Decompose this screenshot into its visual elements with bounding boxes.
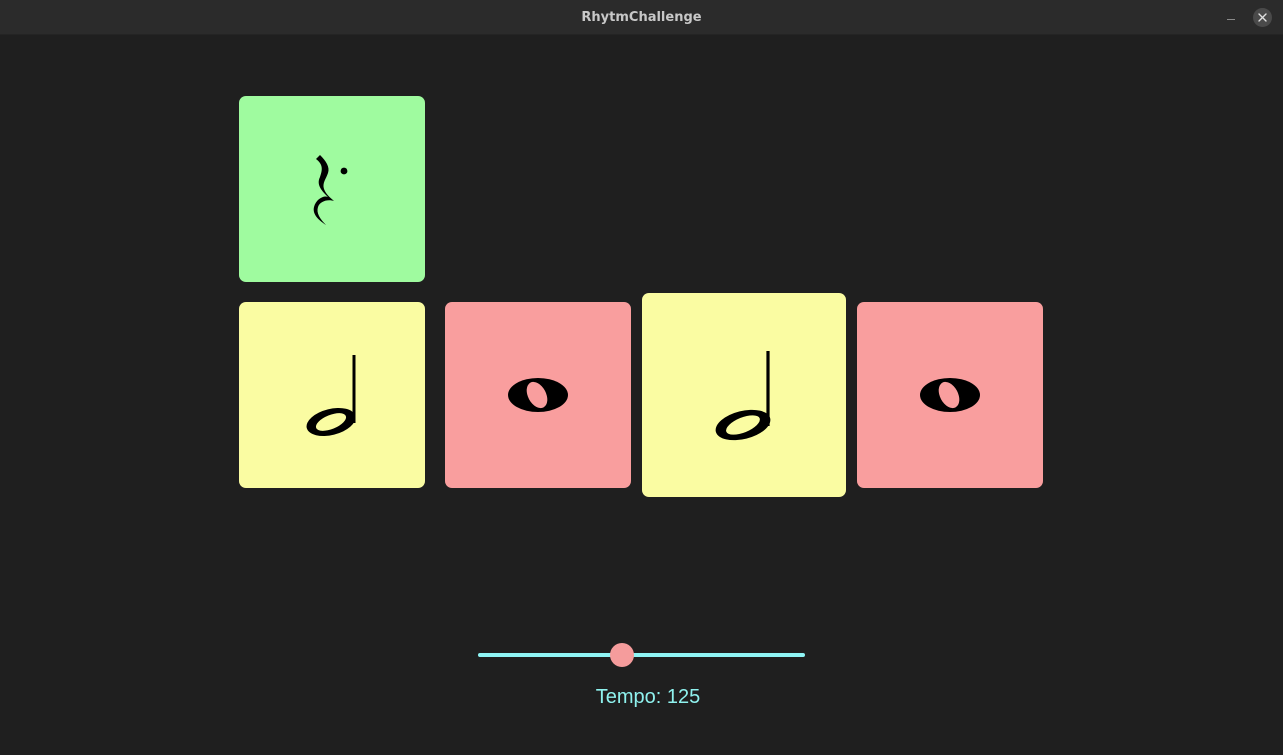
whole-note-icon <box>920 378 980 412</box>
tempo-slider[interactable] <box>478 640 805 670</box>
close-icon <box>1258 13 1267 22</box>
minimize-button[interactable] <box>1222 8 1240 26</box>
slider-track[interactable] <box>478 653 805 657</box>
title-bar: RhytmChallenge <box>0 0 1283 35</box>
app-window: RhytmChallenge Tempo: 125 <box>0 0 1283 755</box>
slider-thumb[interactable] <box>609 643 634 667</box>
whole-note-icon <box>508 378 568 412</box>
rhythm-card-quarter-rest[interactable] <box>239 96 425 282</box>
half-note-icon <box>715 351 771 441</box>
half-note-icon <box>306 355 356 436</box>
rhythm-card-half-note-active[interactable] <box>642 293 846 497</box>
rhythm-card-whole-note[interactable] <box>857 302 1043 488</box>
rhythm-card-half-note[interactable] <box>239 302 425 488</box>
close-button[interactable] <box>1253 8 1272 27</box>
tempo-label: Tempo: 125 <box>595 686 701 708</box>
window-title: RhytmChallenge <box>581 10 702 25</box>
rhythm-card-whole-note[interactable] <box>445 302 631 488</box>
quarter-rest-icon <box>313 155 348 225</box>
